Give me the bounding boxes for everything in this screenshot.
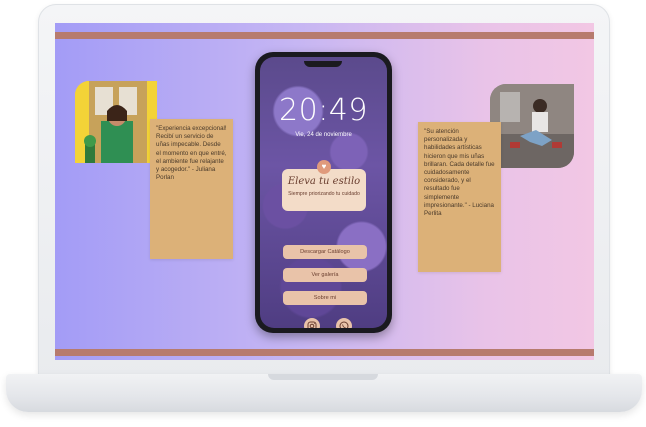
phone-notch [304,61,342,67]
brand-card: Eleva tu estilo Siempre priorizando tu c… [282,169,366,211]
view-gallery-button[interactable]: Ver galería [283,268,367,282]
laptop-notch [268,374,378,380]
top-accent-bar [55,32,594,39]
lockscreen-date: Vie, 24 de noviembre [295,132,352,138]
testimonial-right: "Su atención personalizada y habilidades… [418,122,501,272]
testimonial-right-text: "Su atención personalizada y habilidades… [424,128,495,218]
instagram-icon[interactable] [304,318,320,328]
about-me-button[interactable]: Sobre mi [283,291,367,305]
testimonial-left-text: "Experiencia excepcional! Recibí un serv… [156,125,227,182]
lockscreen-time: 20:49 [279,93,368,128]
heart-icon: ♥ [317,160,331,174]
bottom-accent-bar [55,349,594,356]
laptop-screen: "Experiencia excepcional! Recibí un serv… [55,23,594,360]
whatsapp-icon[interactable] [336,318,352,328]
download-catalog-button[interactable]: Descargar Catálogo [283,245,367,259]
phone-mockup: 20:49 Vie, 24 de noviembre Eleva tu esti… [255,52,392,333]
brand-title: Eleva tu estilo [287,176,361,187]
brand-subtitle: Siempre priorizando tu cuidado [288,191,360,197]
testimonial-photo-right [490,84,574,168]
phone-screen: 20:49 Vie, 24 de noviembre Eleva tu esti… [260,57,387,328]
testimonial-left: "Experiencia excepcional! Recibí un serv… [150,119,233,259]
testimonial-photo-left [75,81,157,163]
